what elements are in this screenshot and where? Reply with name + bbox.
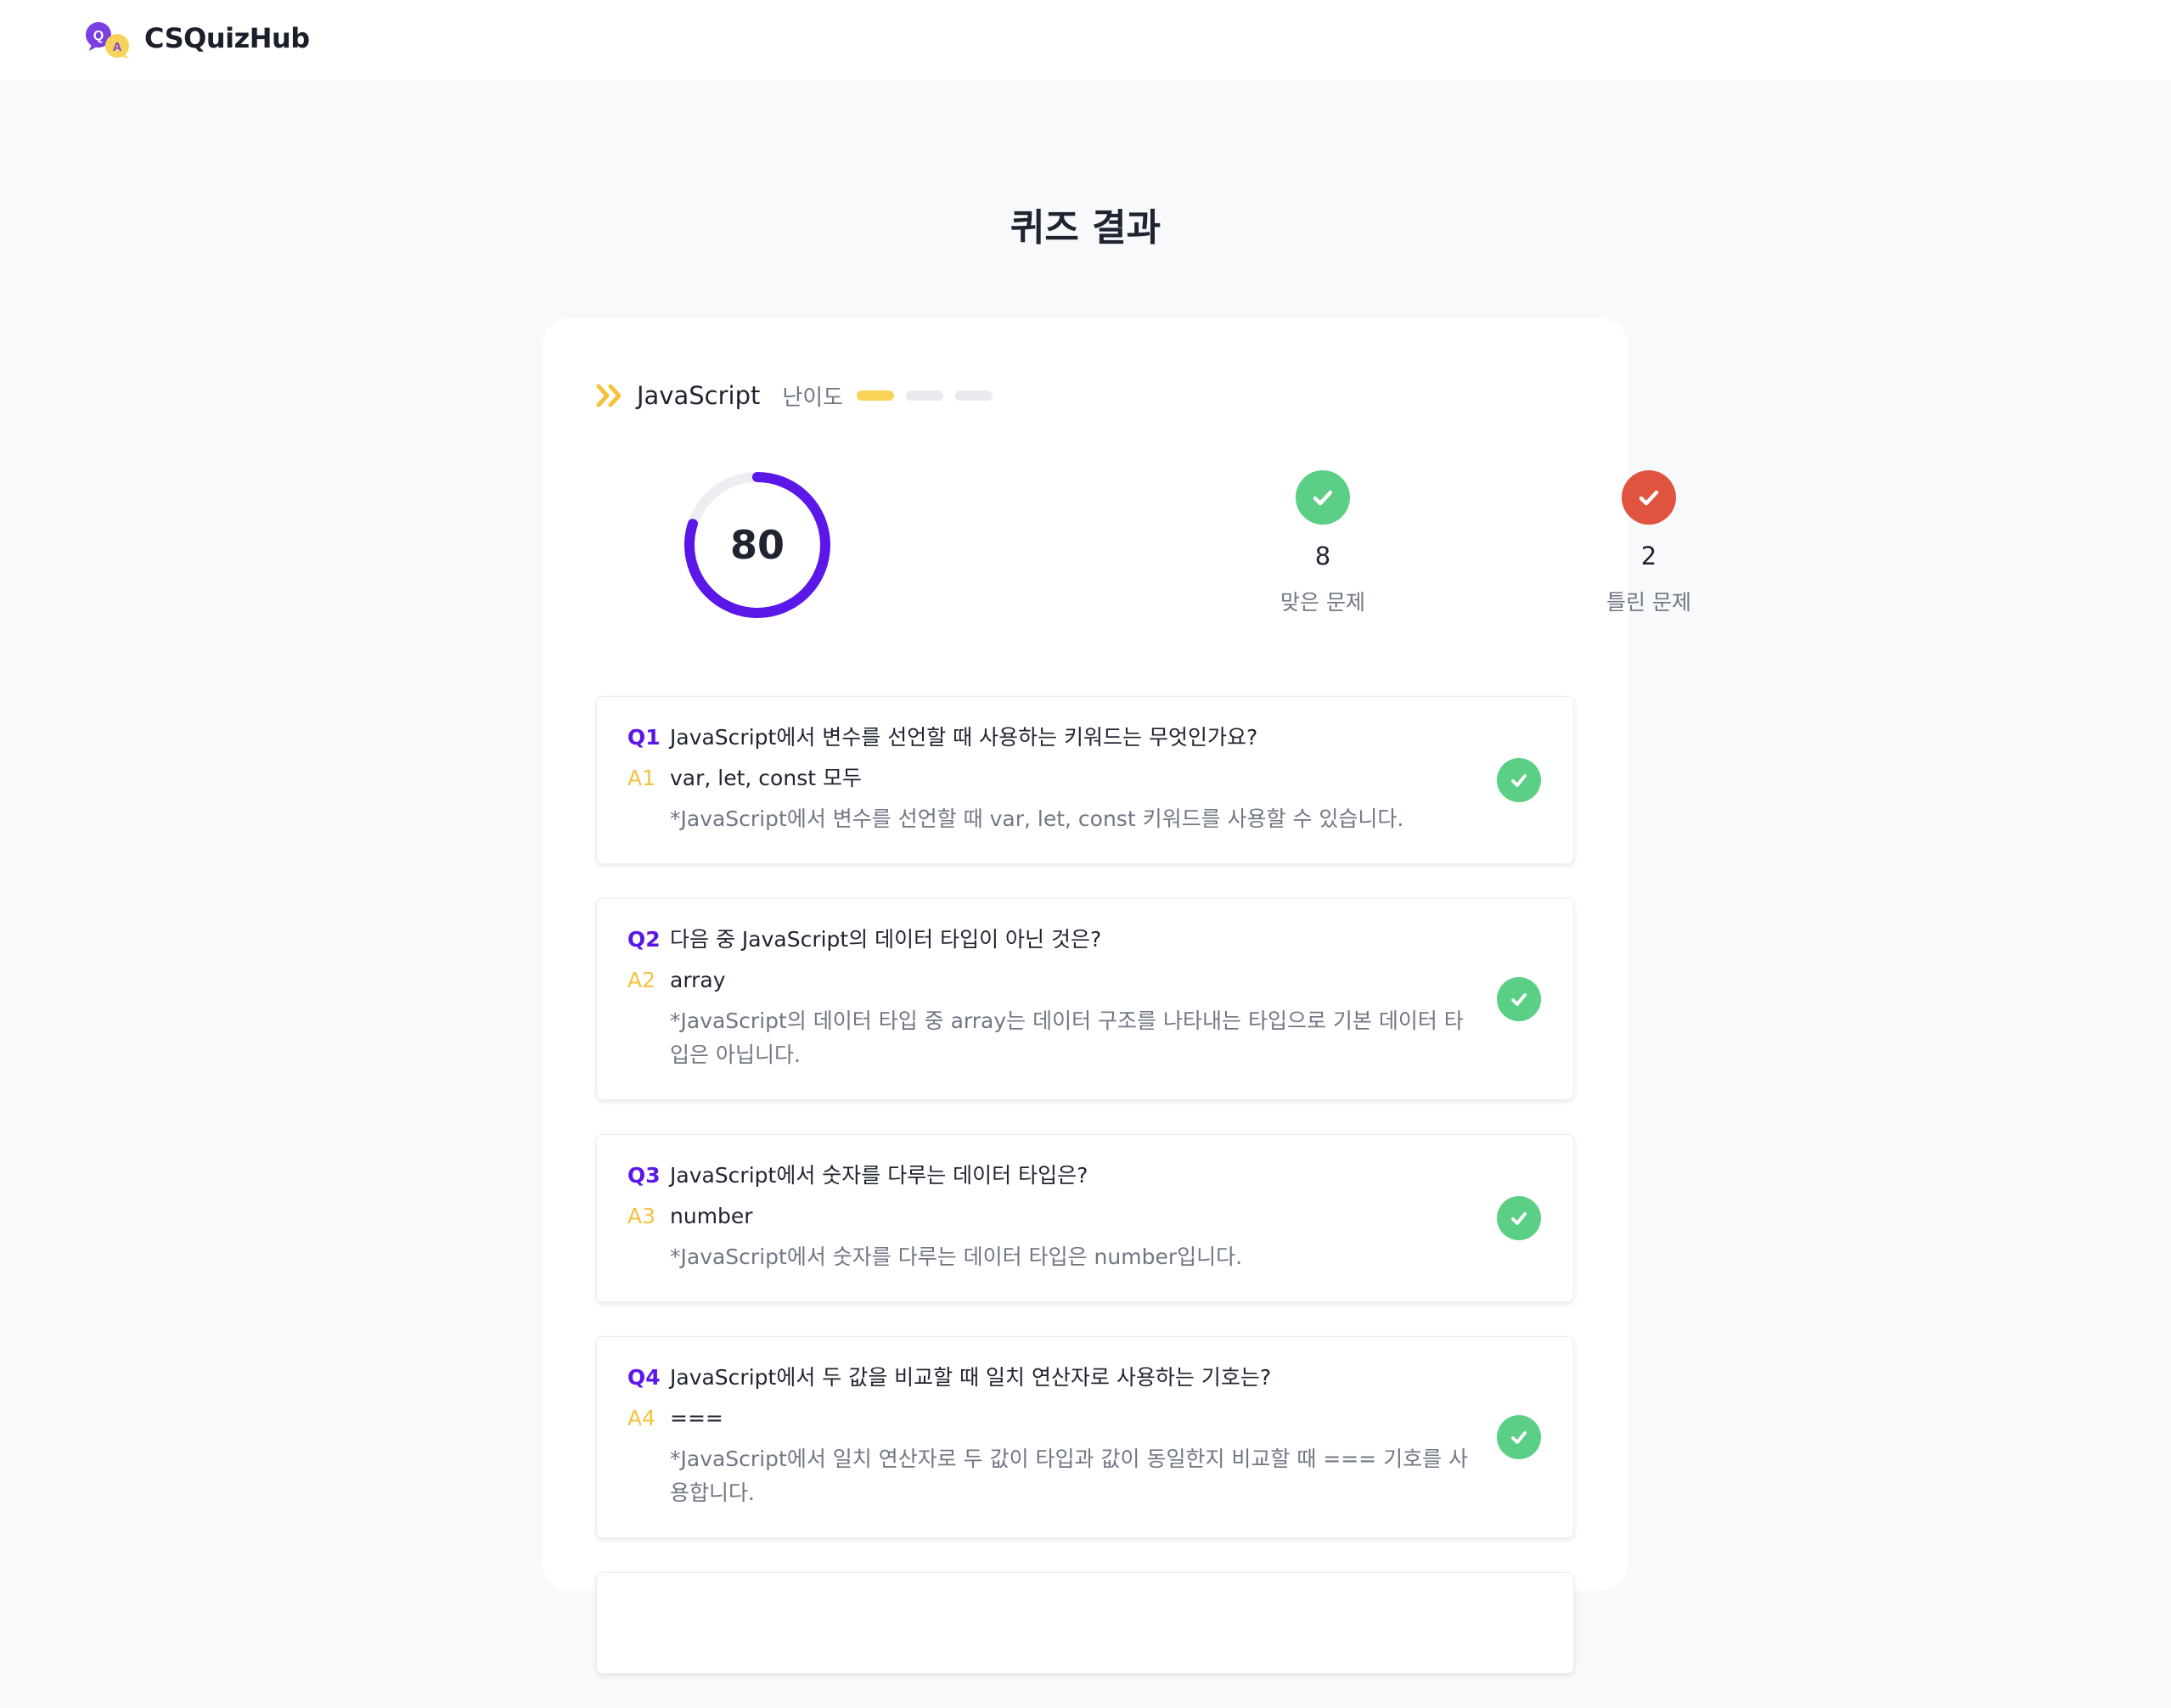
question-text: 다음 중 JavaScript의 데이터 타입이 아닌 것은? — [670, 927, 1102, 952]
difficulty-bar — [857, 390, 895, 401]
answer-text: var, let, const 모두 — [670, 766, 862, 790]
question-number: Q4 — [627, 1365, 661, 1390]
svg-text:Q: Q — [93, 29, 104, 43]
category-name: JavaScript — [637, 381, 761, 410]
score-ring: 80 — [681, 469, 834, 621]
question-number: Q1 — [627, 725, 661, 750]
question-item: Q4 JavaScript에서 두 값을 비교할 때 일치 연산자로 사용하는 … — [596, 1336, 1574, 1538]
answer-number: A2 — [627, 968, 656, 992]
answer-text: === — [670, 1406, 723, 1430]
qa-logo-icon[interactable]: Q A — [85, 20, 132, 59]
check-circle-icon — [1497, 977, 1541, 1021]
check-circle-icon — [1296, 470, 1350, 525]
answer-text: array — [670, 968, 726, 992]
question-item — [596, 1572, 1574, 1674]
page-title: 퀴즈 결과 — [1010, 206, 1161, 250]
score-value: 80 — [729, 522, 785, 568]
question-item: Q3 JavaScript에서 숫자를 다루는 데이터 타입은? A3 numb… — [596, 1134, 1574, 1302]
wrong-stat: 2 틀린 문제 — [1547, 470, 1751, 616]
brand-name[interactable]: CSQuizHub — [144, 22, 310, 54]
answer-explanation: *JavaScript의 데이터 타입 중 array는 데이터 구조를 나타내… — [670, 1009, 1464, 1067]
difficulty-bar — [906, 390, 944, 401]
answer-text: number — [670, 1204, 753, 1228]
double-chevron-right-icon — [596, 383, 625, 408]
answer-explanation: *JavaScript에서 변수를 선언할 때 var, let, const … — [670, 806, 1404, 831]
question-item: Q2 다음 중 JavaScript의 데이터 타입이 아닌 것은? A2 ar… — [596, 898, 1574, 1100]
difficulty-label: 난이도 — [782, 385, 844, 411]
result-card: JavaScript 난이도 80 8 맞은 문제 2 틀린 문제 Q1 Jav… — [542, 317, 1691, 1674]
answer-explanation: *JavaScript에서 숫자를 다루는 데이터 타입은 number입니다. — [670, 1244, 1243, 1269]
check-circle-icon — [1497, 1415, 1541, 1459]
top-navigation-bar: Q A CSQuizHub — [0, 0, 2171, 81]
question-text: JavaScript에서 변수를 선언할 때 사용하는 키워드는 무엇인가요? — [670, 725, 1258, 750]
answer-number: A4 — [627, 1406, 656, 1430]
check-circle-icon — [1622, 470, 1676, 525]
difficulty-bar — [955, 390, 993, 401]
svg-text:A: A — [113, 40, 122, 54]
correct-count: 8 — [1314, 542, 1331, 570]
wrong-label: 틀린 문제 — [1606, 590, 1691, 615]
question-text: JavaScript에서 두 값을 비교할 때 일치 연산자로 사용하는 기호는… — [670, 1365, 1272, 1390]
answer-number: A1 — [627, 766, 656, 790]
check-circle-icon — [1497, 758, 1541, 802]
difficulty-indicator — [857, 390, 1004, 401]
category-row: JavaScript 난이도 — [596, 377, 1004, 414]
answer-explanation: *JavaScript에서 일치 연산자로 두 값이 타입과 값이 동일한지 비… — [670, 1447, 1469, 1505]
question-number: Q2 — [627, 927, 661, 952]
wrong-count: 2 — [1640, 542, 1657, 570]
answer-number: A3 — [627, 1204, 656, 1228]
question-item: Q1 JavaScript에서 변수를 선언할 때 사용하는 키워드는 무엇인가… — [596, 696, 1574, 864]
check-circle-icon — [1497, 1196, 1541, 1240]
question-number: Q3 — [627, 1163, 661, 1188]
question-text: JavaScript에서 숫자를 다루는 데이터 타입은? — [670, 1163, 1088, 1188]
correct-stat: 8 맞은 문제 — [1221, 470, 1425, 616]
question-list: Q1 JavaScript에서 변수를 선언할 때 사용하는 키워드는 무엇인가… — [596, 696, 1574, 1708]
correct-label: 맞은 문제 — [1280, 590, 1365, 615]
